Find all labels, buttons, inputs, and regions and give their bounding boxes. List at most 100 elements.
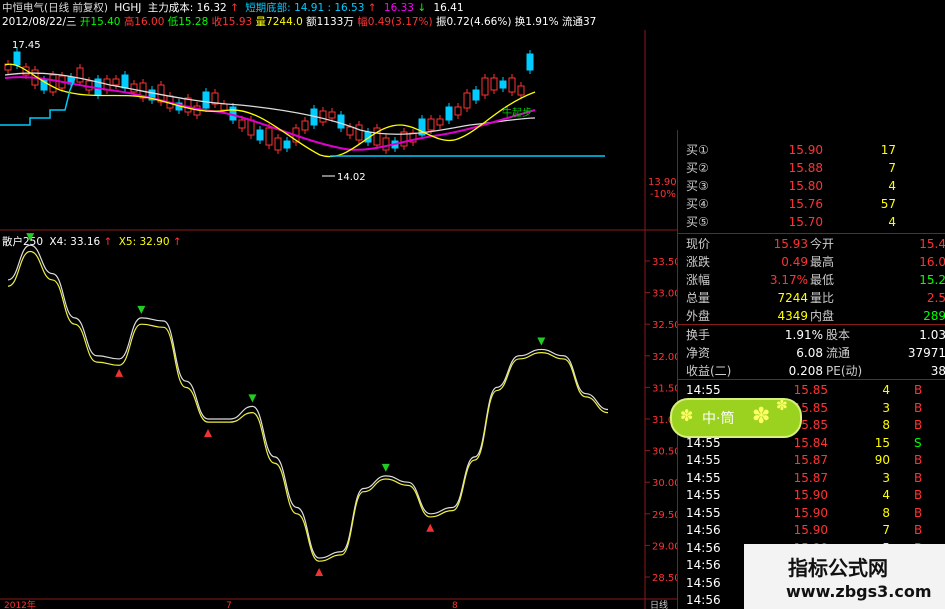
bid-volume: 57 [880, 197, 896, 211]
sell-arrow-icon [381, 463, 390, 472]
arrow-up-icon: ↑ [230, 2, 239, 14]
stat-value: 0.208 [788, 364, 823, 378]
tick-time: 14:55 [686, 453, 721, 467]
stat-row[interactable]: 净资 6.08 流通 37971 [678, 345, 945, 362]
stat-key: 现价 [686, 237, 711, 251]
tick-row[interactable]: 14:56 15.90 7 B [678, 522, 945, 539]
stat-value: 38 [930, 364, 945, 378]
candle-body [481, 77, 489, 96]
candle-body [283, 140, 291, 149]
tick-row[interactable]: 14:55 15.90 8 B [678, 505, 945, 522]
bid-row[interactable]: 买① 15.90 17 [678, 142, 945, 159]
candle-body [265, 127, 273, 146]
stat-row[interactable]: 涨幅 3.17% 最低 15.2 [678, 272, 945, 289]
candle-body [508, 77, 516, 93]
candle-body [202, 91, 210, 109]
candle-body [76, 67, 84, 83]
y-tick-label: 32.50 [652, 320, 677, 331]
amount-value: 额1133万 [306, 16, 354, 28]
stat-value: 15.4 [919, 237, 945, 251]
upper-candle-chart[interactable]: 17.45 14.02 牛起步 13.90 -10% [0, 30, 677, 232]
stat-key: 最低 [810, 273, 835, 287]
tick-row[interactable]: 14:55 15.87 3 B [678, 470, 945, 487]
short-bottom: 短期底部: 14.91 : 16.53 [245, 2, 365, 14]
stat-value: 1.91% [784, 328, 823, 342]
arrow-down-icon: ↓ [417, 2, 427, 14]
tick-volume: 4 [882, 383, 890, 397]
window-title: 中恒电气(日线 前复权) HGHJ 主力成本: 16.32 ↑ 短期底部: 14… [2, 2, 464, 14]
bid-row[interactable]: 买③ 15.80 4 [678, 178, 945, 195]
quote-panel: 买① 15.90 17 买② 15.88 7 买③ 15.80 4 买④ 15.76 57 买⑤ 15.7… [677, 130, 945, 609]
tick-row[interactable]: 14:55 15.87 90 B [678, 452, 945, 469]
candle-body [238, 119, 246, 129]
tick-time: 14:55 [686, 488, 721, 502]
lower-indicator-chart[interactable]: 33.5033.0032.5032.0031.5031.0030.5030.00… [0, 232, 677, 609]
y-tick-label: 28.50 [652, 573, 677, 584]
candle-body [13, 51, 21, 66]
candle-body [337, 114, 345, 129]
tick-price: 15.90 [793, 523, 828, 537]
tick-row[interactable]: 14:55 15.90 4 B [678, 487, 945, 504]
y-tick-label: 29.00 [652, 541, 677, 552]
y-tick-label: 29.50 [652, 510, 677, 521]
bid-row[interactable]: 买⑤ 15.70 4 [678, 214, 945, 231]
bid-price: 15.90 [788, 143, 823, 157]
tick-side: B [914, 523, 923, 537]
tick-time: 14:55 [686, 505, 721, 520]
bid-label: 买④ [686, 197, 709, 211]
tick-time: 14:56 [686, 540, 721, 555]
stat-value: 16.0 [919, 255, 945, 269]
bid-price: 15.88 [788, 161, 823, 175]
tick-row[interactable]: 14:55 15.85 4 B [678, 382, 945, 399]
bid-volume: 4 [888, 215, 896, 229]
buy-arrow-icon [115, 368, 124, 377]
stat-key: 流通 [826, 346, 851, 360]
stat-row[interactable]: 总量 7244 量比 2.5 [678, 290, 945, 307]
stat-key: 今开 [810, 237, 835, 251]
stock-title: 中恒电气(日线 前复权) [2, 2, 109, 14]
stat-row[interactable]: 收益(二) 0.208 PE(动) 38 [678, 363, 945, 380]
stat-value: 289 [923, 309, 945, 323]
stat-key: 换手 [686, 328, 711, 342]
tick-price: 15.90 [793, 505, 828, 520]
tick-side: B [914, 470, 923, 485]
date-label: 2012/08/22/三 [2, 16, 77, 28]
candle-body [112, 78, 120, 86]
tick-volume: 7 [882, 523, 890, 537]
candle-body [247, 119, 255, 136]
candle-body [256, 129, 264, 141]
candle-body [490, 77, 498, 91]
indicator-badge[interactable]: ✽ 中⋅筒 ✽ ✽ [670, 398, 802, 438]
float-value: 流通37 [561, 16, 597, 28]
stat-row[interactable]: 外盘 4349 内盘 289 [678, 308, 945, 325]
tick-side: B [914, 383, 923, 397]
candle-body [382, 137, 390, 151]
low-value: 低15.28 [167, 16, 209, 28]
bid-volume: 7 [888, 161, 896, 175]
tick-side: B [914, 505, 923, 520]
amplitude-value: 振0.72(4.66%) [435, 16, 512, 28]
stat-row[interactable]: 涨跌 0.49 最高 16.0 [678, 254, 945, 271]
main-cost: 主力成本: 16.32 [147, 2, 227, 14]
badge-label: 中⋅筒 [702, 411, 735, 427]
tick-time: 14:56 [686, 558, 721, 572]
tick-time: 14:56 [686, 593, 721, 607]
volume-value: 量7244.0 [255, 16, 303, 28]
bid-label: 买① [686, 143, 709, 157]
watermark-title: 指标公式网 [788, 556, 888, 580]
candle-body [346, 126, 354, 136]
tick-time: 14:55 [686, 470, 721, 485]
stat-value: 4349 [777, 309, 808, 323]
indicator-code: HGHJ [114, 2, 142, 14]
stat-row[interactable]: 现价 15.93 今开 15.4 [678, 236, 945, 253]
indicator-value-a: 16.33 [383, 2, 414, 14]
tick-price: 15.84 [793, 435, 828, 450]
flower-icon: ✽ [680, 406, 694, 425]
stat-row[interactable]: 换手 1.91% 股本 1.03 [678, 327, 945, 344]
bid-row[interactable]: 买④ 15.76 57 [678, 196, 945, 213]
stat-key: 涨幅 [686, 273, 711, 287]
bid-row[interactable]: 买② 15.88 7 [678, 160, 945, 177]
stat-value: 2.5 [926, 291, 945, 305]
stat-key: 涨跌 [686, 255, 711, 269]
y-tick-label: 30.00 [652, 478, 677, 489]
